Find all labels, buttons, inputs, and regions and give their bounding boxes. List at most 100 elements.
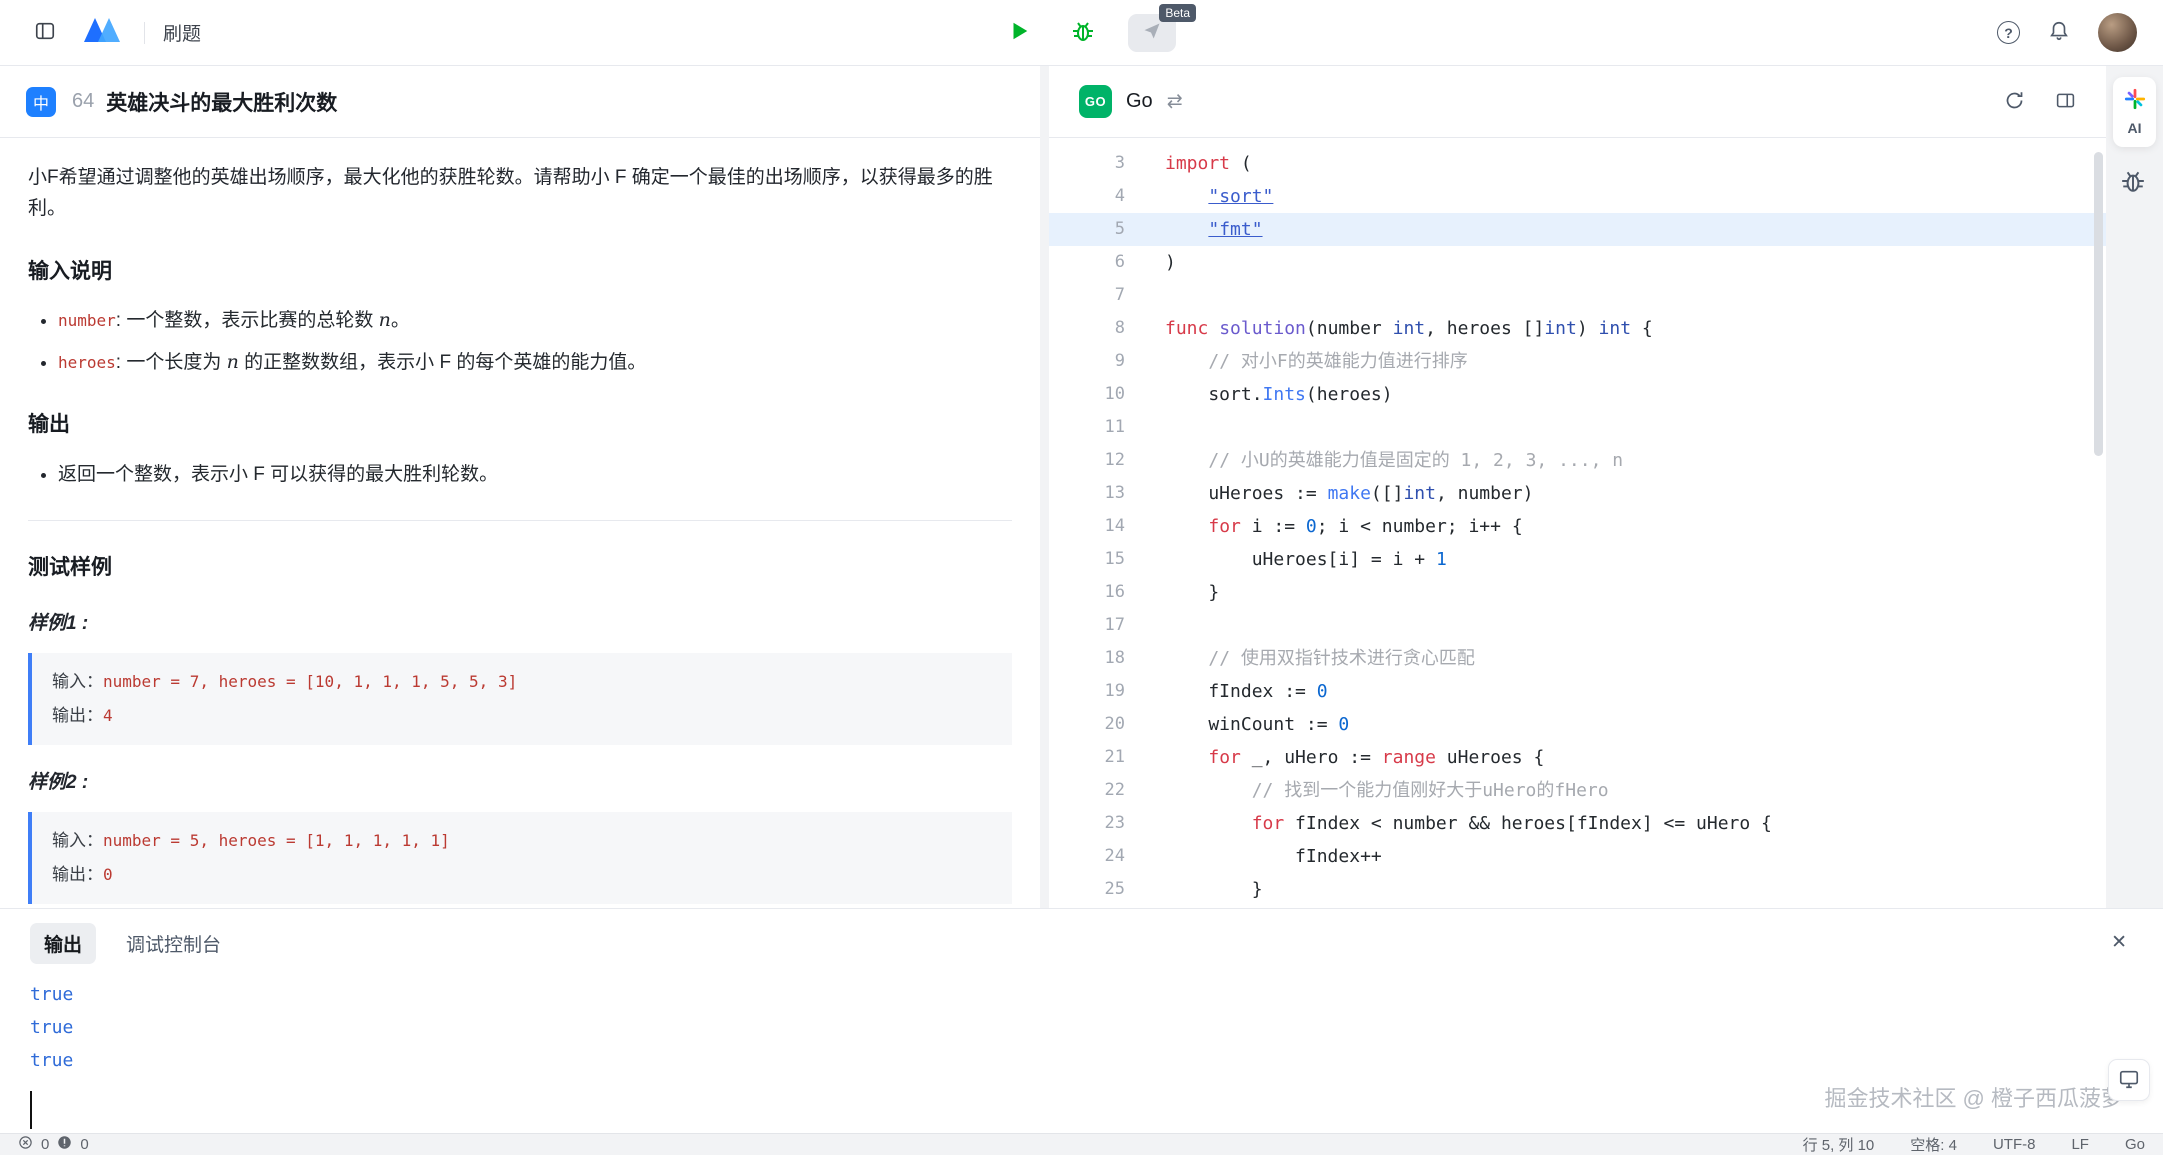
language-mode[interactable]: Go	[2125, 1136, 2145, 1153]
switch-language-button[interactable]: ⇄	[1167, 90, 1183, 113]
line-number[interactable]: 8	[1049, 312, 1125, 345]
code-line-text: winCount := 0	[1125, 708, 1349, 741]
eol-setting[interactable]: LF	[2071, 1136, 2089, 1153]
line-number[interactable]: 22	[1049, 774, 1125, 807]
console-tab[interactable]: 输出	[30, 923, 96, 964]
editor-panel: GO Go ⇄ 3import (4 "sort"5 "fmt"6)78func…	[1049, 66, 2106, 908]
code-line[interactable]: 6)	[1049, 246, 2106, 279]
line-number[interactable]: 24	[1049, 840, 1125, 873]
line-number[interactable]: 5	[1049, 213, 1125, 246]
code-line[interactable]: 16 }	[1049, 576, 2106, 609]
close-console-button[interactable]: ✕	[2111, 931, 2127, 954]
cursor-position[interactable]: 行 5, 列 10	[1803, 1134, 1875, 1155]
terminal-toggle-button[interactable]	[2108, 1059, 2150, 1101]
line-number[interactable]: 9	[1049, 345, 1125, 378]
input-spec-item: number: 一个整数，表示比赛的总轮数 n。	[58, 305, 1012, 336]
code-line-text: fIndex := 0	[1125, 675, 1328, 708]
editor-scrollbar[interactable]	[2094, 152, 2103, 862]
bell-icon	[2048, 30, 2070, 45]
ai-assistant-button[interactable]: AI	[2113, 77, 2156, 147]
line-number[interactable]: 6	[1049, 246, 1125, 279]
code-line[interactable]: 25 }	[1049, 873, 2106, 906]
debug-run-button[interactable]	[1064, 14, 1102, 52]
code-line[interactable]: 22 // 找到一个能力值刚好大于uHero的fHero	[1049, 774, 2106, 807]
code-line[interactable]: 4 "sort"	[1049, 180, 2106, 213]
line-number[interactable]: 23	[1049, 807, 1125, 840]
scrollbar-thumb[interactable]	[2094, 152, 2103, 456]
line-number[interactable]: 20	[1049, 708, 1125, 741]
line-number[interactable]: 17	[1049, 609, 1125, 642]
code-line[interactable]: 5 "fmt"	[1049, 213, 2106, 246]
line-number[interactable]: 15	[1049, 543, 1125, 576]
editor-header: GO Go ⇄	[1049, 66, 2106, 138]
text-segment: 。	[391, 310, 410, 331]
text-segment	[1165, 813, 1252, 834]
line-number[interactable]: 19	[1049, 675, 1125, 708]
marscode-logo[interactable]	[82, 16, 126, 49]
watermark: 掘金技术社区 @ 橙子西瓜菠萝	[1824, 1081, 2123, 1113]
output-heading: 输出	[28, 408, 1012, 443]
code-line[interactable]: 12 // 小U的英雄能力值是固定的 1, 2, 3, ..., n	[1049, 444, 2106, 477]
encoding-setting[interactable]: UTF-8	[1993, 1136, 2036, 1153]
code-line[interactable]: 20 winCount := 0	[1049, 708, 2106, 741]
line-number[interactable]: 14	[1049, 510, 1125, 543]
debug-panel-button[interactable]	[2120, 168, 2146, 197]
code-line-text: for fIndex < number && heroes[fIndex] <=…	[1125, 807, 1772, 840]
line-number[interactable]: 7	[1049, 279, 1125, 312]
avatar[interactable]	[2098, 13, 2137, 52]
right-toolbar: AI	[2106, 66, 2163, 908]
notifications-button[interactable]	[2048, 20, 2070, 45]
line-number[interactable]: 18	[1049, 642, 1125, 675]
submit-wrap: Beta	[1128, 14, 1176, 52]
code-line[interactable]: 9 // 对小F的英雄能力值进行排序	[1049, 345, 2106, 378]
reset-code-button[interactable]	[2004, 90, 2025, 114]
code-line[interactable]: 8func solution(number int, heroes []int)…	[1049, 312, 2106, 345]
line-number[interactable]: 21	[1049, 741, 1125, 774]
line-number[interactable]: 10	[1049, 378, 1125, 411]
text-segment: for	[1208, 516, 1241, 537]
code-line[interactable]: 10 sort.Ints(heroes)	[1049, 378, 2106, 411]
text-segment: 输入：	[52, 831, 103, 850]
line-number[interactable]: 12	[1049, 444, 1125, 477]
code-line[interactable]: 7	[1049, 279, 2106, 312]
code-line[interactable]: 18 // 使用双指针技术进行贪心匹配	[1049, 642, 2106, 675]
panel-splitter[interactable]	[1040, 66, 1049, 908]
line-number[interactable]: 11	[1049, 411, 1125, 444]
code-line[interactable]: 13 uHeroes := make([]int, number)	[1049, 477, 2106, 510]
code-line[interactable]: 24 fIndex++	[1049, 840, 2106, 873]
code-line[interactable]: 23 for fIndex < number && heroes[fIndex]…	[1049, 807, 2106, 840]
line-number[interactable]: 3	[1049, 147, 1125, 180]
code-line-text: fIndex++	[1125, 840, 1382, 873]
text-segment: // 小U的英雄能力值是固定的 1, 2, 3, ..., n	[1208, 450, 1623, 471]
problems-indicator[interactable]: 0 0	[18, 1135, 89, 1154]
code-line[interactable]: 11	[1049, 411, 2106, 444]
code-line[interactable]: 3import (	[1049, 147, 2106, 180]
sample-line: 输出：4	[52, 699, 992, 733]
code-line[interactable]: 21 for _, uHero := range uHeroes {	[1049, 741, 2106, 774]
code-editor[interactable]: 3import (4 "sort"5 "fmt"6)78func solutio…	[1049, 138, 2106, 908]
code-line[interactable]: 15 uHeroes[i] = i + 1	[1049, 543, 2106, 576]
code-line-text: uHeroes[i] = i + 1	[1125, 543, 1447, 576]
sample-block: 输入：number = 5, heroes = [1, 1, 1, 1, 1]输…	[28, 812, 1012, 904]
run-button[interactable]	[1000, 14, 1038, 52]
line-number[interactable]: 13	[1049, 477, 1125, 510]
code-line[interactable]: 19 fIndex := 0	[1049, 675, 2106, 708]
text-segment	[1165, 351, 1208, 372]
indent-setting[interactable]: 空格: 4	[1910, 1134, 1957, 1155]
code-line[interactable]: 17	[1049, 609, 2106, 642]
code-line-text: // 小U的英雄能力值是固定的 1, 2, 3, ..., n	[1125, 444, 1623, 477]
sidebar-toggle-button[interactable]	[26, 14, 64, 52]
text-segment: 输出：	[52, 706, 103, 725]
problem-header: 中 64 英雄决斗的最大胜利次数	[0, 66, 1040, 138]
line-number[interactable]: 16	[1049, 576, 1125, 609]
warnings-count: 0	[80, 1136, 88, 1153]
text-segment: Ints	[1263, 384, 1306, 405]
console-output-line: true	[30, 978, 2133, 1011]
code-line[interactable]: 14 for i := 0; i < number; i++ {	[1049, 510, 2106, 543]
line-number[interactable]: 25	[1049, 873, 1125, 906]
layout-split-button[interactable]	[2055, 90, 2076, 114]
console-tab[interactable]: 调试控制台	[126, 930, 221, 957]
help-button[interactable]: ?	[1997, 21, 2020, 44]
line-number[interactable]: 4	[1049, 180, 1125, 213]
sample-line: 输入：number = 7, heroes = [10, 1, 1, 1, 5,…	[52, 665, 992, 699]
